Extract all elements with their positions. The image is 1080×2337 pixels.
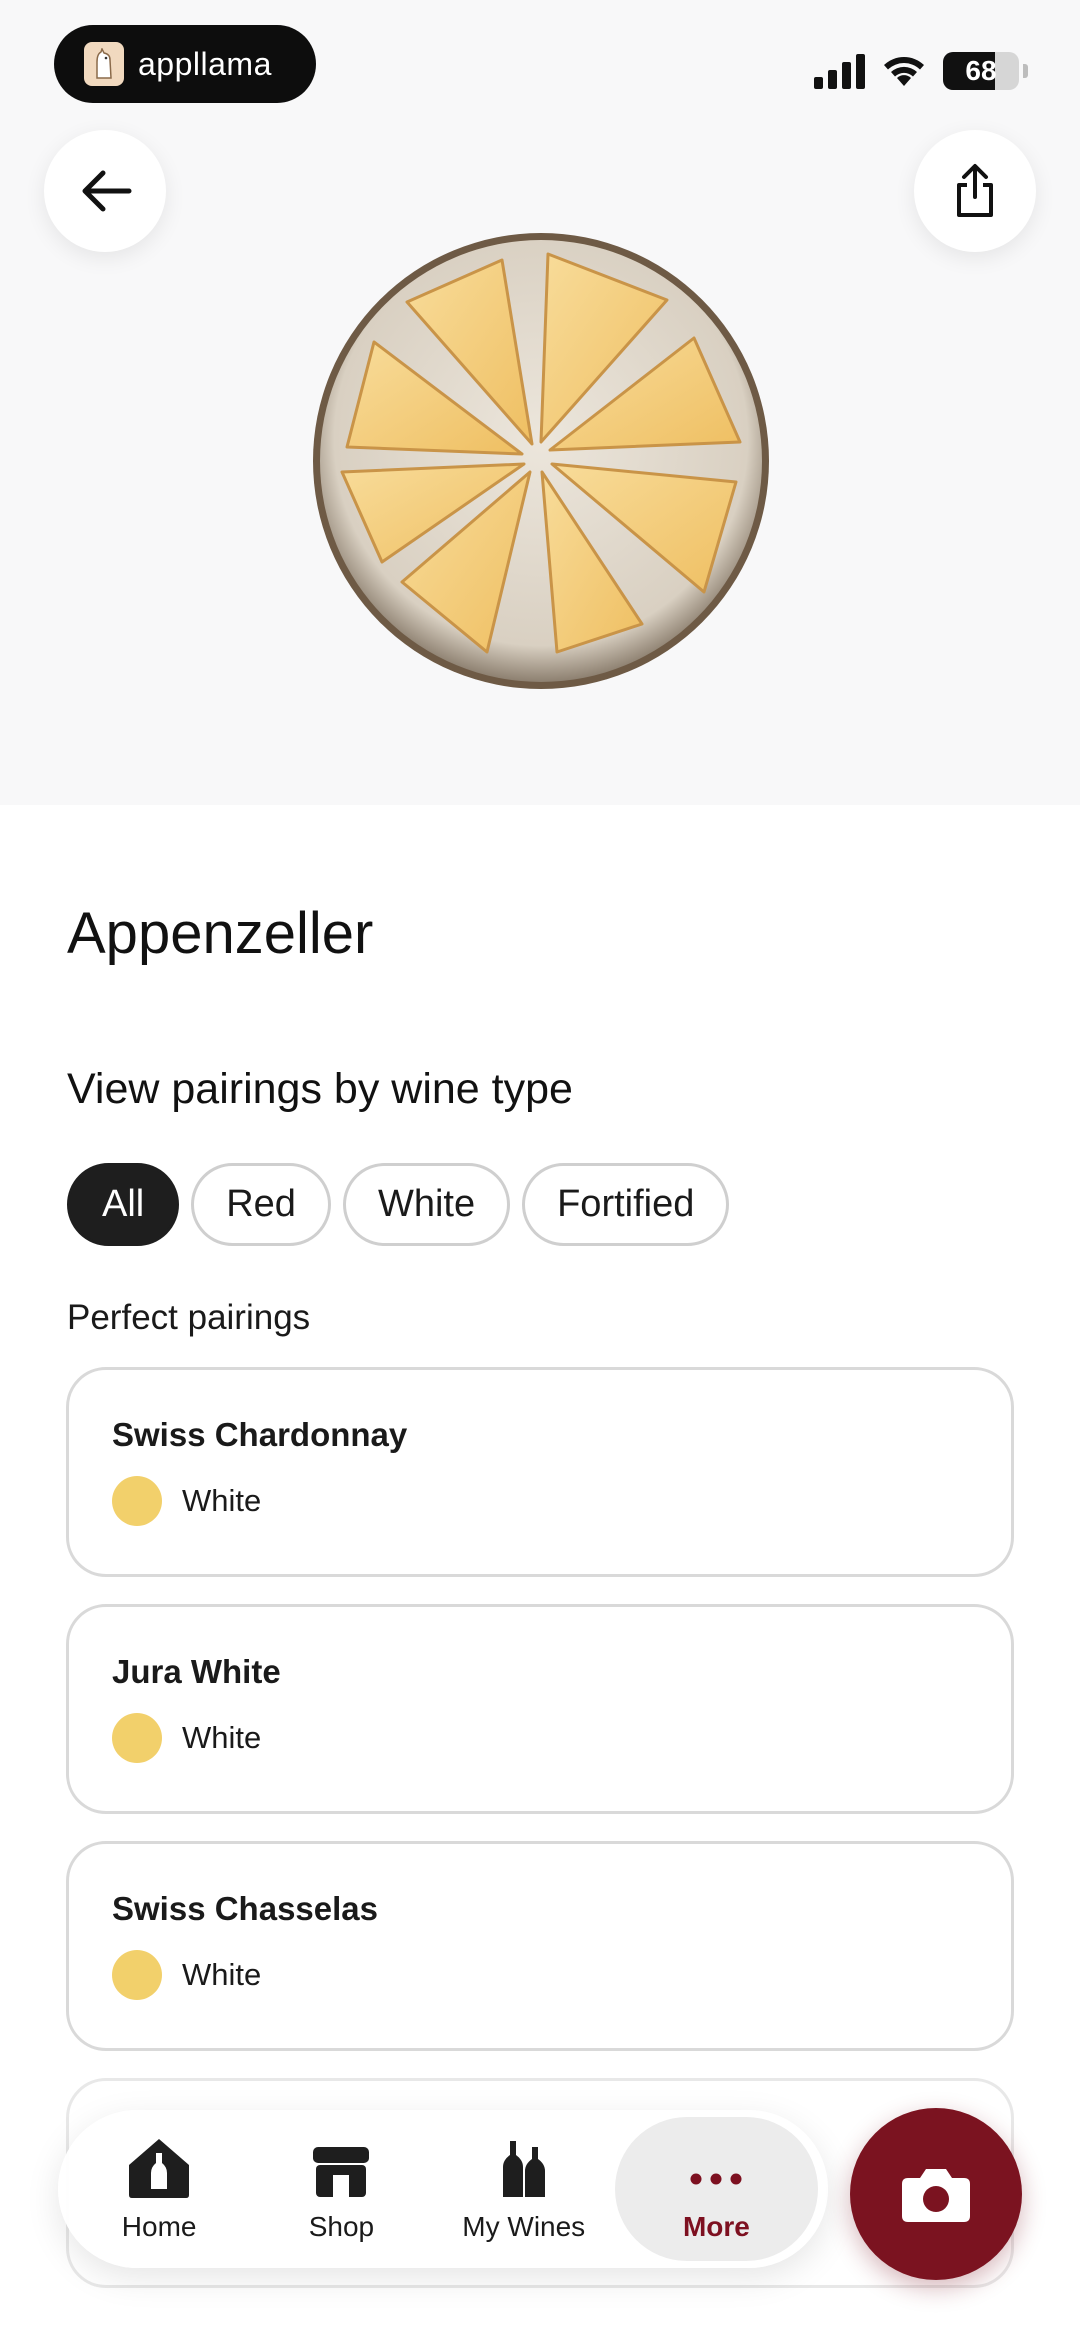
battery-level: 68 (965, 55, 997, 86)
tab-my-wines[interactable]: My Wines (433, 2117, 615, 2261)
section-label-perfect-pairings: Perfect pairings (67, 1298, 311, 1337)
chip-red[interactable]: Red (191, 1163, 331, 1246)
status-bar: 68 (814, 52, 1028, 90)
recorder-badge-label: appllama (138, 45, 272, 82)
bottles-icon (501, 2135, 547, 2199)
tab-label: Home (121, 2211, 197, 2242)
bottom-tab-bar: Home Shop My Wines More (58, 2110, 828, 2268)
tab-label: Shop (308, 2211, 375, 2242)
camera-scan-button[interactable] (850, 2108, 1022, 2280)
wine-name: Swiss Chasselas (112, 1890, 378, 1927)
back-button[interactable] (44, 130, 166, 252)
wine-type-label: White (182, 1957, 262, 1992)
hero-section: appllama 68 (0, 0, 1080, 805)
llama-logo-icon (84, 42, 124, 86)
pairing-card[interactable]: Swiss Chasselas White (66, 1841, 1014, 2051)
wine-type-label: White (182, 1720, 262, 1755)
chip-white[interactable]: White (342, 1163, 511, 1246)
tab-label: My Wines (462, 2211, 586, 2242)
wifi-icon (884, 57, 924, 86)
cellular-signal-icon (814, 53, 865, 89)
battery-cap (1023, 64, 1028, 78)
tab-home[interactable]: Home (68, 2117, 250, 2261)
cheese-plate-image (313, 233, 769, 689)
shop-icon (311, 2135, 371, 2199)
arrow-left-icon (82, 170, 132, 212)
camera-icon (902, 2169, 970, 2222)
share-button[interactable] (914, 130, 1036, 252)
tab-label: More (682, 2211, 750, 2242)
pairings-heading: View pairings by wine type (67, 1065, 573, 1113)
wine-type-filter: All Red White Fortified (67, 1163, 730, 1246)
more-dots-icon (688, 2135, 744, 2199)
wine-name: Jura White (112, 1653, 281, 1690)
recorder-badge: appllama (54, 25, 316, 103)
home-bottle-icon (125, 2135, 193, 2199)
wine-type-row: White (112, 1476, 1011, 1526)
pairing-card[interactable]: Swiss Chardonnay White (66, 1367, 1014, 1577)
battery-icon: 68 (943, 52, 1019, 90)
wine-color-dot (112, 1950, 162, 2000)
tab-more[interactable]: More (614, 2117, 818, 2261)
wine-type-row: White (112, 1713, 1011, 1763)
wine-type-row: White (112, 1950, 1011, 2000)
chip-fortified[interactable]: Fortified (522, 1163, 730, 1246)
chip-all[interactable]: All (67, 1163, 180, 1246)
cheese-title: Appenzeller (67, 901, 374, 966)
wine-color-dot (112, 1476, 162, 1526)
share-icon (957, 164, 993, 217)
wine-color-dot (112, 1713, 162, 1763)
pairing-card[interactable]: Jura White White (66, 1604, 1014, 1814)
wine-name: Swiss Chardonnay (112, 1416, 408, 1453)
wine-type-label: White (182, 1483, 262, 1518)
tab-shop[interactable]: Shop (250, 2117, 432, 2261)
